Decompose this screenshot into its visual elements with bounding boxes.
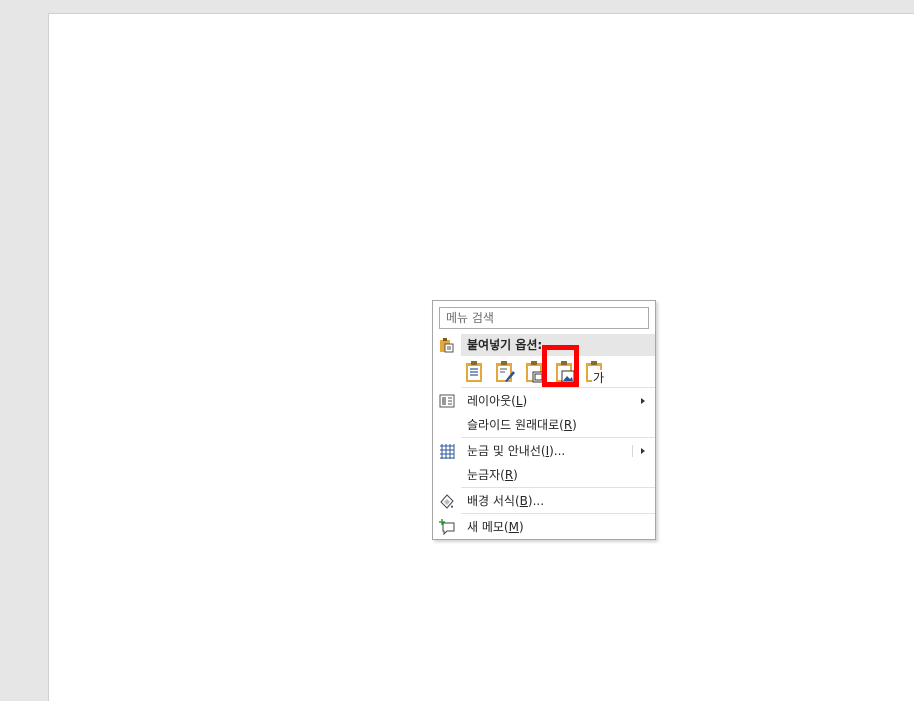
new-comment-icon — [439, 519, 455, 535]
paste-use-destination-theme-button[interactable] — [463, 359, 487, 385]
menu-item-new-comment[interactable]: 새 메모(M) — [433, 515, 655, 539]
menu-item-layout[interactable]: 레이아웃(L) — [433, 389, 655, 413]
clipboard-destination-theme-icon — [466, 361, 482, 382]
paste-keep-source-formatting-button[interactable] — [493, 359, 517, 385]
menu-item-grid-and-guides[interactable]: 눈금 및 안내선(I)... — [433, 439, 655, 463]
menu-search-input[interactable]: 메뉴 검색 — [439, 307, 649, 329]
clipboard-brush-icon — [496, 361, 515, 382]
grid-icon — [440, 444, 455, 459]
menu-item-format-background[interactable]: 배경 서식(B)... — [433, 489, 655, 513]
paste-icon — [440, 338, 454, 353]
paste-keep-text-only-button[interactable]: 가 — [583, 359, 607, 385]
highlight-annotation — [542, 345, 579, 387]
menu-item-ruler[interactable]: 눈금자(R) — [433, 463, 655, 487]
submenu-arrow-icon — [641, 448, 645, 454]
text-only-glyph: 가 — [593, 371, 604, 385]
menu-item-reset-slide[interactable]: 슬라이드 원래대로(R) — [433, 413, 655, 437]
context-menu: 메뉴 검색 붙여넣기 옵션: 가 레이아웃(L) 슬라이드 원래대로(R) 눈금… — [432, 300, 656, 540]
layout-icon — [439, 394, 455, 408]
submenu-arrow-icon — [641, 398, 645, 404]
format-background-icon — [440, 494, 454, 509]
clipboard-text-only-icon: 가 — [586, 361, 607, 385]
paste-options-label: 붙여넣기 옵션: — [467, 338, 543, 352]
